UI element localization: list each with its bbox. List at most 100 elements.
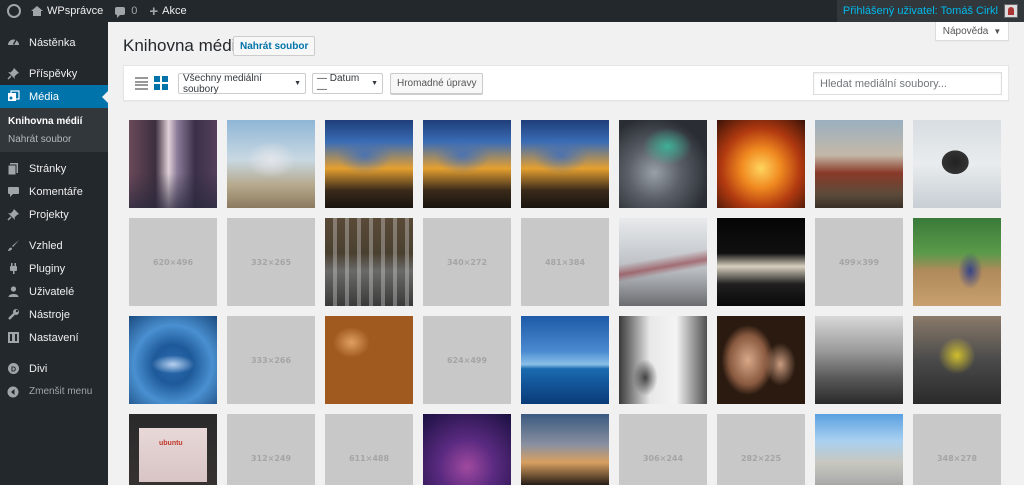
menu-item-tools[interactable]: Nástroje (0, 303, 108, 326)
media-item-placeholder[interactable]: 348×278 (913, 414, 1001, 485)
media-item[interactable] (717, 120, 805, 208)
menu-item-label: Projekty (29, 208, 69, 221)
menu-item-label: Média (29, 90, 59, 103)
media-icon (6, 90, 20, 104)
media-item-placeholder[interactable]: 624×499 (423, 316, 511, 404)
new-content-label: Akce (162, 5, 187, 17)
media-item[interactable] (521, 120, 609, 208)
new-content-link[interactable]: + Akce (143, 0, 192, 22)
media-type-filter-value: Všechny mediální soubory (183, 72, 262, 95)
menu-item-dashboard[interactable]: Nástěnka (0, 31, 108, 54)
submenu-upload[interactable]: Nahrát soubor (0, 131, 108, 149)
media-item[interactable] (521, 414, 609, 485)
media-type-filter[interactable]: Všechny mediální soubory ▼ (178, 72, 306, 95)
account-menu[interactable]: Přihlášený uživatel: Tomáš Cirkl (836, 0, 1024, 22)
media-item-placeholder[interactable]: 340×272 (423, 218, 511, 306)
collapse-menu-button[interactable]: Zmenšit menu (0, 380, 108, 403)
caret-down-icon: ▼ (993, 26, 1002, 36)
media-item[interactable] (815, 316, 903, 404)
media-item[interactable] (423, 414, 511, 485)
media-item[interactable] (913, 120, 1001, 208)
collapse-icon (6, 385, 20, 399)
page-title: Knihovna médií (123, 36, 241, 55)
menu-item-divi[interactable]: D Divi (0, 357, 108, 380)
submenu-library[interactable]: Knihovna médií (0, 113, 108, 131)
media-item-placeholder[interactable]: 332×265 (227, 218, 315, 306)
media-item[interactable] (227, 120, 315, 208)
media-item[interactable] (913, 316, 1001, 404)
media-item[interactable] (717, 316, 805, 404)
media-item-placeholder[interactable]: 282×225 (717, 414, 805, 485)
date-filter[interactable]: — Datum — ▼ (312, 72, 383, 95)
pin-icon (6, 67, 20, 81)
media-item[interactable] (129, 316, 217, 404)
pages-icon (6, 162, 20, 176)
user-greeting: Přihlášený uživatel: Tomáš Cirkl (842, 5, 998, 17)
media-item[interactable] (815, 414, 903, 485)
menu-item-label: Divi (29, 362, 48, 375)
date-filter-value: — Datum — (317, 72, 360, 95)
menu-item-media[interactable]: Média (0, 85, 108, 108)
ubuntu-logo-icon: ubuntu (159, 440, 183, 447)
media-item-placeholder[interactable]: 333×266 (227, 316, 315, 404)
menu-item-users[interactable]: Uživatelé (0, 280, 108, 303)
chevron-down-icon: ▼ (294, 80, 301, 87)
menu-item-label: Pluginy (29, 262, 66, 275)
media-item[interactable] (619, 316, 707, 404)
menu-item-plugins[interactable]: Pluginy (0, 257, 108, 280)
menu-item-comments[interactable]: Komentáře (0, 180, 108, 203)
media-item[interactable] (717, 218, 805, 306)
upload-file-button[interactable]: Nahrát soubor (233, 36, 316, 56)
menu-item-label: Nástěnka (29, 36, 76, 49)
list-view-icon[interactable] (135, 77, 148, 90)
comment-bubble-icon (115, 7, 126, 18)
menu-item-label: Příspěvky (29, 67, 78, 80)
media-submenu: Knihovna médií Nahrát soubor (0, 108, 108, 152)
media-item-placeholder[interactable]: 306×244 (619, 414, 707, 485)
media-item[interactable] (913, 218, 1001, 306)
site-name: WPsprávce (47, 5, 104, 17)
menu-item-projects[interactable]: Projekty (0, 203, 108, 226)
help-label: Nápověda (942, 25, 989, 37)
media-item[interactable] (325, 218, 413, 306)
media-item-placeholder[interactable]: 499×399 (815, 218, 903, 306)
menu-item-settings[interactable]: Nastavení (0, 326, 108, 349)
media-item[interactable] (325, 120, 413, 208)
chevron-down-icon: ▼ (371, 80, 378, 87)
media-item-placeholder[interactable]: 620×496 (129, 218, 217, 306)
menu-item-pages[interactable]: Stránky (0, 157, 108, 180)
media-item[interactable] (619, 218, 707, 306)
media-item[interactable] (129, 120, 217, 208)
media-search-input[interactable] (813, 72, 1002, 95)
media-item-placeholder[interactable]: 312×249 (227, 414, 315, 485)
media-item[interactable] (815, 120, 903, 208)
comments-link[interactable]: 0 (109, 0, 143, 22)
menu-item-label: Komentáře (29, 185, 83, 198)
media-item[interactable] (325, 316, 413, 404)
media-item[interactable] (619, 120, 707, 208)
users-icon (6, 285, 20, 299)
help-tab-button[interactable]: Nápověda ▼ (935, 22, 1009, 41)
media-item-placeholder[interactable]: 611×488 (325, 414, 413, 485)
media-item[interactable]: ubuntu (129, 414, 217, 485)
menu-item-label: Nastavení (29, 331, 79, 344)
home-icon (31, 6, 43, 16)
media-item[interactable] (521, 316, 609, 404)
wordpress-logo-icon[interactable] (3, 0, 25, 22)
menu-item-posts[interactable]: Příspěvky (0, 62, 108, 85)
dashboard-icon (6, 36, 20, 50)
media-item-placeholder[interactable]: 481×384 (521, 218, 609, 306)
divi-icon: D (6, 362, 20, 376)
bulk-edit-button[interactable]: Hromadné úpravy (390, 73, 484, 94)
menu-item-label: Nástroje (29, 308, 70, 321)
site-name-link[interactable]: WPsprávce (25, 0, 109, 22)
menu-item-label: Uživatelé (29, 285, 75, 298)
grid-view-icon[interactable] (154, 76, 168, 90)
media-item[interactable] (423, 120, 511, 208)
brush-icon (6, 239, 20, 253)
menu-item-label: Zmenšit menu (29, 386, 93, 397)
media-toolbar: Všechny mediální soubory ▼ — Datum — ▼ H… (123, 65, 1009, 101)
menu-item-appearance[interactable]: Vzhled (0, 234, 108, 257)
plugin-icon (6, 262, 20, 276)
main-content: Nápověda ▼ Knihovna médií Nahrát soubor … (108, 22, 1024, 485)
